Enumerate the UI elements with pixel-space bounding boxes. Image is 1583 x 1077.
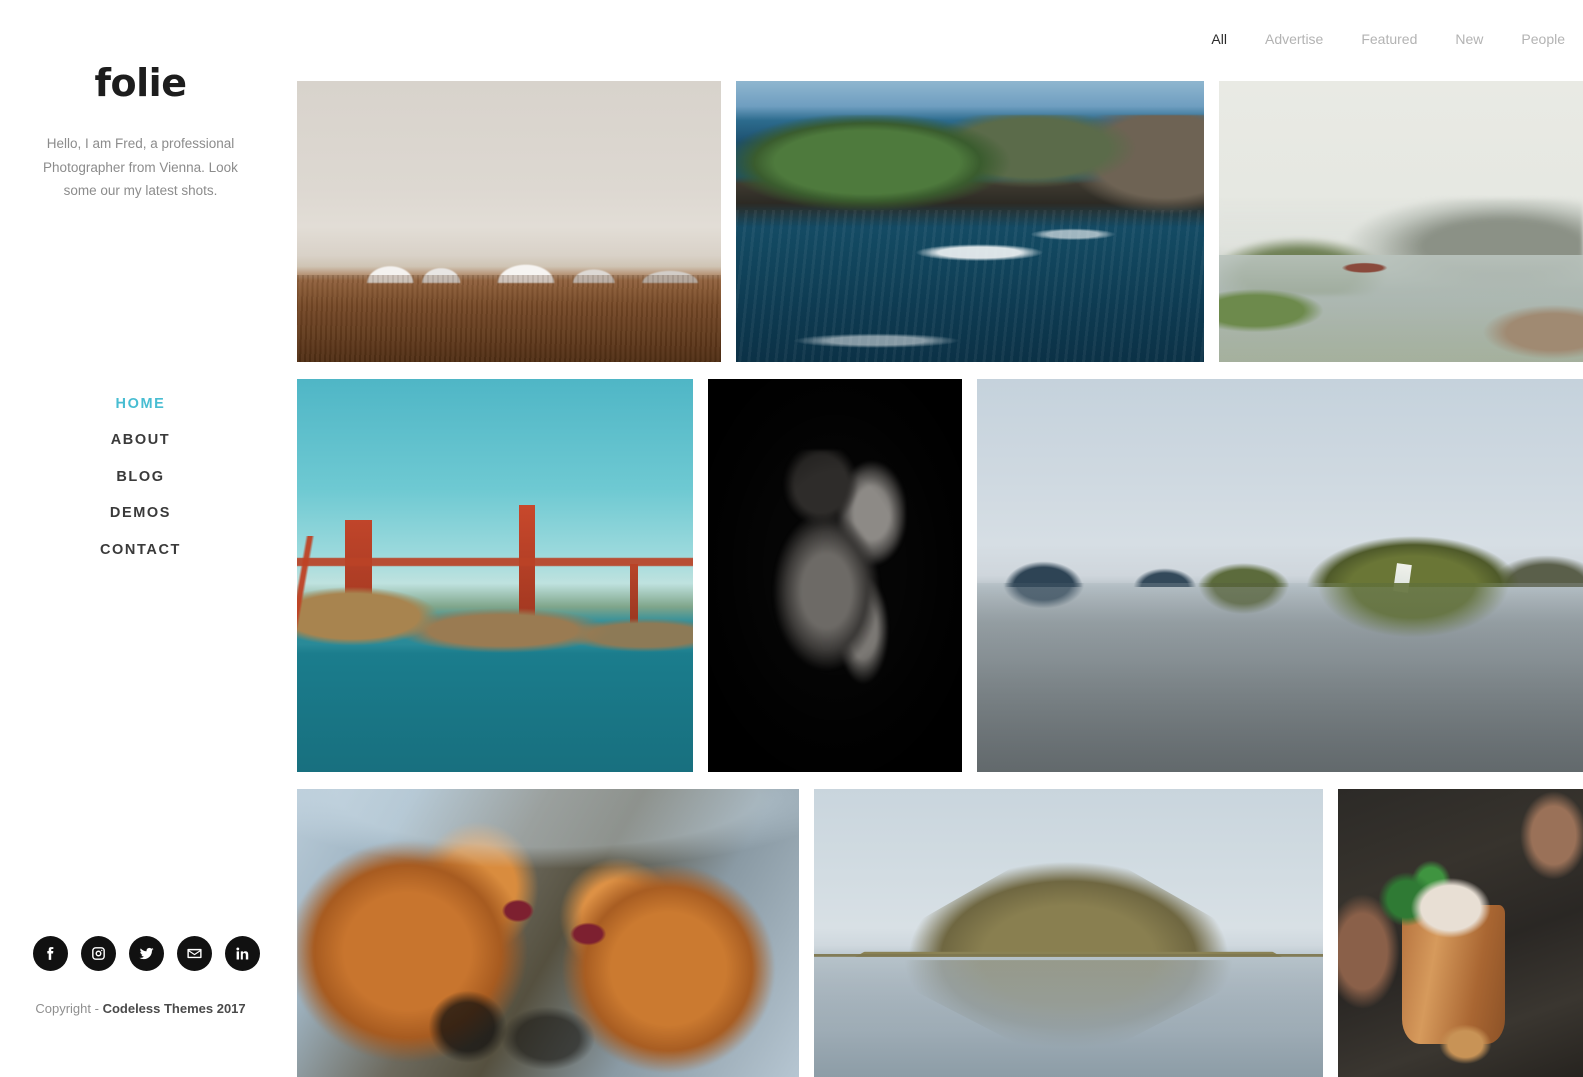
- photo-tile-cone-mountain[interactable]: [814, 789, 1323, 1077]
- site-logo[interactable]: folie: [95, 64, 187, 102]
- photo-tile-copper-mug-cocktail[interactable]: [1337, 789, 1583, 1077]
- filter-featured[interactable]: Featured: [1342, 31, 1436, 47]
- photo-image: [1219, 81, 1583, 362]
- copyright-brand: Codeless Themes 2017: [102, 1001, 246, 1016]
- bridge-tower-detail: [518, 504, 536, 623]
- filter-people[interactable]: People: [1502, 31, 1565, 47]
- nav-item-about[interactable]: ABOUT: [111, 432, 171, 448]
- photo-image: [708, 379, 962, 772]
- main-navigation: HOME ABOUT BLOG DEMOS CONTACT: [0, 396, 281, 579]
- mountain-reflection-detail: [854, 960, 1283, 1071]
- photo-image: [297, 789, 799, 1077]
- facebook-icon[interactable]: [33, 936, 68, 971]
- snow-streak-detail: [1393, 562, 1413, 593]
- photo-tile-mountain-reflection[interactable]: [977, 379, 1583, 772]
- site-bio: Hello, I am Fred, a professional Photogr…: [43, 136, 238, 198]
- sidebar: folie Hello, I am Fred, a professional P…: [0, 0, 281, 1077]
- nav-item-demos[interactable]: DEMOS: [110, 505, 171, 521]
- photo-image: [297, 379, 693, 772]
- copyright-prefix: Copyright -: [35, 1001, 103, 1016]
- photo-image: [297, 81, 721, 362]
- gallery-row-1: [297, 81, 1583, 362]
- filter-new[interactable]: New: [1436, 31, 1502, 47]
- gallery-row-2: [297, 379, 1583, 772]
- nav-item-home[interactable]: HOME: [116, 396, 166, 412]
- photo-tile-desert-mountains[interactable]: [297, 81, 721, 362]
- photo-image: [814, 789, 1323, 1077]
- photography-portfolio-page: folie Hello, I am Fred, a professional P…: [0, 0, 1583, 1077]
- twitter-icon[interactable]: [129, 936, 164, 971]
- photo-image: [1337, 789, 1583, 1077]
- nav-item-blog[interactable]: BLOG: [116, 469, 164, 485]
- filter-all[interactable]: All: [1192, 31, 1246, 47]
- photo-tile-misty-lake-lodge[interactable]: [1219, 81, 1583, 362]
- photo-tile-red-foxes[interactable]: [297, 789, 799, 1077]
- instagram-icon[interactable]: [81, 936, 116, 971]
- email-icon[interactable]: [177, 936, 212, 971]
- category-filter-bar: All Advertise Featured New People: [1192, 31, 1565, 47]
- photo-gallery-grid: [297, 81, 1583, 1077]
- photo-tile-rocky-coastline[interactable]: [736, 81, 1204, 362]
- photo-image: [977, 379, 1583, 772]
- photo-image: [736, 81, 1204, 362]
- bridge-tower-far-detail: [629, 563, 638, 627]
- gallery-row-3: [297, 789, 1583, 1077]
- nav-item-contact[interactable]: CONTACT: [100, 542, 181, 558]
- photo-tile-golden-gate-bridge[interactable]: [297, 379, 693, 772]
- photo-tile-denim-portrait[interactable]: [708, 379, 962, 772]
- linkedin-icon[interactable]: [225, 936, 260, 971]
- social-links: [33, 936, 260, 971]
- filter-advertise[interactable]: Advertise: [1246, 31, 1342, 47]
- copyright: Copyright - Codeless Themes 2017: [0, 1001, 281, 1016]
